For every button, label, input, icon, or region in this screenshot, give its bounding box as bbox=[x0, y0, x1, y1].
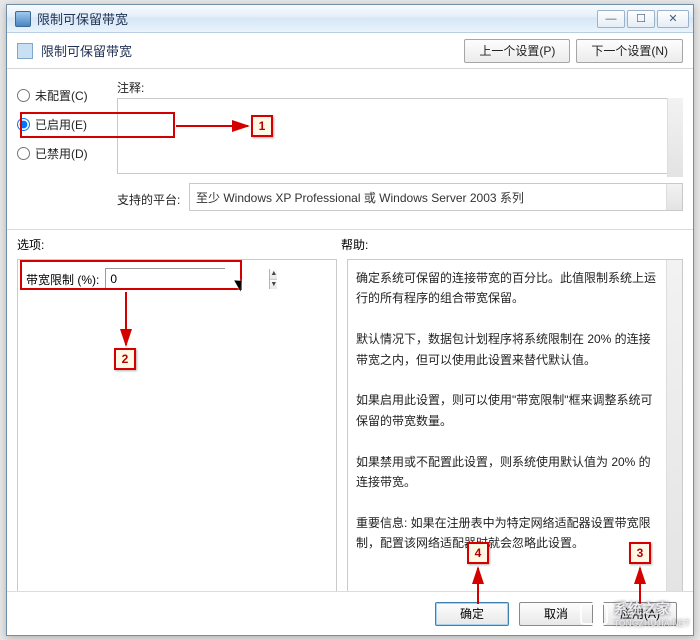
dialog-body: 未配置(C) 已启用(E) 已禁用(D) 注释: 支持的平台: bbox=[7, 69, 693, 629]
annotation-callout-4: 4 bbox=[467, 542, 489, 564]
window-icon bbox=[15, 11, 31, 27]
minimize-button[interactable]: — bbox=[597, 10, 625, 28]
help-text: 默认情况下，数据包计划程序将系统限制在 20% 的连接带宽之内，但可以使用此设置… bbox=[356, 329, 660, 370]
policy-icon bbox=[17, 43, 33, 59]
maximize-button[interactable]: ☐ bbox=[627, 10, 655, 28]
radio-enabled-input[interactable] bbox=[17, 118, 30, 131]
policy-title: 限制可保留带宽 bbox=[41, 41, 458, 60]
comments-label: 注释: bbox=[117, 79, 144, 96]
radio-not-configured[interactable]: 未配置(C) bbox=[17, 87, 117, 104]
help-text: 确定系统可保留的连接带宽的百分比。此值限制系统上运行的所有程序的组合带宽保留。 bbox=[356, 268, 660, 309]
help-section-label: 帮助: bbox=[341, 236, 683, 253]
help-text: 如果禁用或不配置此设置，则系统使用默认值为 20% 的连接带宽。 bbox=[356, 452, 660, 493]
divider bbox=[7, 229, 693, 230]
help-panel: 确定系统可保留的连接带宽的百分比。此值限制系统上运行的所有程序的组合带宽保留。 … bbox=[347, 259, 683, 619]
comments-textarea[interactable] bbox=[117, 98, 683, 174]
options-panel: 带宽限制 (%): ▲ ▼ bbox=[17, 259, 337, 619]
titlebar: 限制可保留带宽 — ☐ ✕ bbox=[7, 5, 693, 33]
state-radio-group: 未配置(C) 已启用(E) 已禁用(D) bbox=[17, 77, 117, 211]
annotation-callout-1: 1 bbox=[251, 115, 273, 137]
spinner-down-button[interactable]: ▼ bbox=[270, 280, 277, 290]
annotation-callout-3: 3 bbox=[629, 542, 651, 564]
dialog-window: 限制可保留带宽 — ☐ ✕ 限制可保留带宽 上一个设置(P) 下一个设置(N) … bbox=[6, 4, 694, 636]
previous-setting-button[interactable]: 上一个设置(P) bbox=[464, 39, 570, 63]
ok-button[interactable]: 确定 bbox=[435, 602, 509, 626]
annotation-callout-2: 2 bbox=[114, 348, 136, 370]
help-text: 重要信息: 如果在注册表中为特定网络适配器设置带宽限制，配置该网络适配器时就会忽… bbox=[356, 513, 660, 554]
radio-not-configured-input[interactable] bbox=[17, 89, 30, 102]
spinner-up-button[interactable]: ▲ bbox=[270, 269, 277, 280]
window-title: 限制可保留带宽 bbox=[37, 9, 595, 28]
header-strip: 限制可保留带宽 上一个设置(P) 下一个设置(N) bbox=[7, 33, 693, 69]
help-text: 如果启用此设置，则可以使用"带宽限制"框来调整系统可保留的带宽数量。 bbox=[356, 390, 660, 431]
options-section-label: 选项: bbox=[17, 236, 341, 253]
bandwidth-limit-spinner[interactable]: ▲ ▼ bbox=[105, 268, 225, 290]
platform-label: 支持的平台: bbox=[117, 186, 189, 208]
next-setting-button[interactable]: 下一个设置(N) bbox=[576, 39, 683, 63]
bandwidth-limit-label: 带宽限制 (%): bbox=[26, 271, 99, 288]
radio-enabled[interactable]: 已启用(E) bbox=[17, 116, 117, 133]
scrollbar[interactable] bbox=[667, 98, 683, 177]
button-bar: 确定 取消 应用(A) bbox=[7, 591, 693, 635]
radio-disabled[interactable]: 已禁用(D) bbox=[17, 145, 117, 162]
scrollbar[interactable] bbox=[666, 260, 682, 618]
apply-button[interactable]: 应用(A) bbox=[603, 602, 677, 626]
cancel-button[interactable]: 取消 bbox=[519, 602, 593, 626]
close-button[interactable]: ✕ bbox=[657, 10, 689, 28]
radio-disabled-input[interactable] bbox=[17, 147, 30, 160]
scrollbar[interactable] bbox=[666, 184, 682, 210]
platform-value: 至少 Windows XP Professional 或 Windows Ser… bbox=[189, 183, 683, 211]
